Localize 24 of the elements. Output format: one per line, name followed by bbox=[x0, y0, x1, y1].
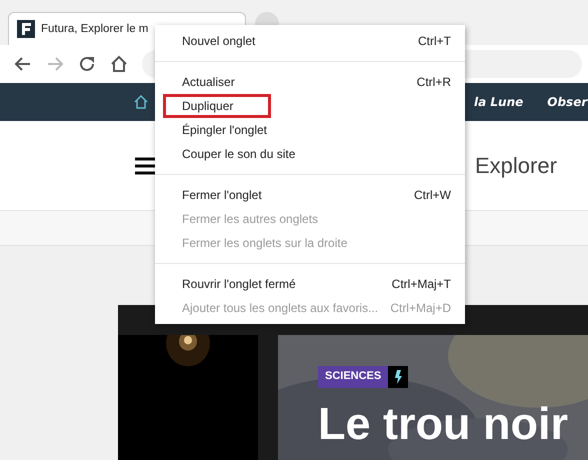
menu-item[interactable]: Couper le son du site bbox=[163, 142, 461, 166]
back-icon[interactable] bbox=[14, 55, 32, 73]
home-icon[interactable] bbox=[110, 55, 128, 73]
shortcut-label: Ctrl+Maj+T bbox=[392, 277, 451, 291]
reload-icon[interactable] bbox=[78, 55, 96, 73]
home-icon[interactable] bbox=[134, 95, 148, 109]
menu-item[interactable]: Dupliquer bbox=[163, 94, 271, 118]
shortcut-label: Ctrl+Maj+D bbox=[390, 301, 451, 315]
article-headline: Le trou noir bbox=[318, 398, 569, 450]
menu-item[interactable]: Fermer l'onglet Ctrl+W bbox=[163, 183, 461, 207]
lightning-icon bbox=[388, 366, 408, 388]
shortcut-label: Ctrl+R bbox=[416, 75, 451, 89]
nav-link[interactable]: la Lune bbox=[474, 95, 524, 109]
menu-item[interactable]: Épingler l'onglet bbox=[163, 118, 461, 142]
shortcut-label: Ctrl+T bbox=[418, 34, 451, 48]
nav-link[interactable]: Obser bbox=[547, 95, 588, 109]
tab-title: Futura, Explorer le m bbox=[41, 23, 148, 35]
menu-item[interactable]: Rouvrir l'onglet fermé Ctrl+Maj+T bbox=[163, 272, 461, 296]
site-title: Explorer bbox=[475, 152, 557, 178]
menu-icon[interactable] bbox=[135, 156, 157, 174]
logo-icon bbox=[17, 20, 35, 38]
shortcut-label: Ctrl+W bbox=[414, 188, 451, 202]
category-badge[interactable]: SCIENCES bbox=[318, 366, 388, 388]
menu-item[interactable]: Actualiser Ctrl+R bbox=[163, 70, 461, 94]
